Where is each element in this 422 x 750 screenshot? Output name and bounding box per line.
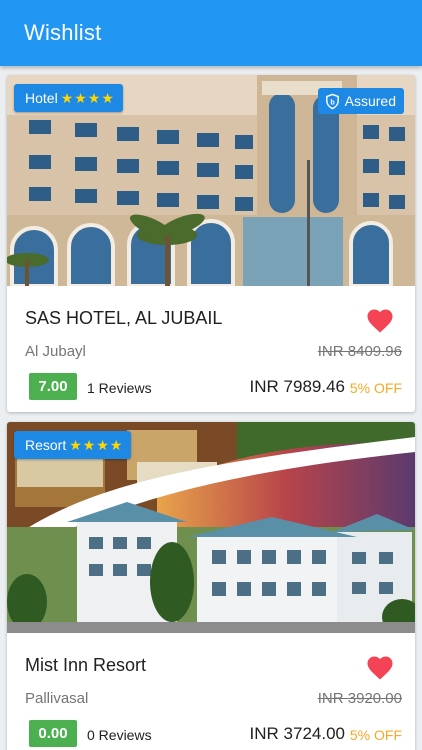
original-price: INR 8409.96 (317, 343, 402, 360)
shield-check-icon: b (325, 93, 339, 109)
wishlist-card[interactable]: Hotel ★★★★ b Assured SAS HOTEL, AL JUBAIL… (7, 75, 415, 412)
rating-badge: 0.00 (29, 720, 77, 747)
rating-badge: 7.00 (29, 373, 77, 400)
app-bar: Wishlist (0, 0, 422, 66)
discount-label: 5% OFF (349, 727, 402, 743)
property-type-label: Resort (25, 437, 67, 453)
property-type-badge: Hotel ★★★★ (14, 84, 123, 112)
star-rating-icon: ★★★★ (60, 90, 115, 106)
property-type-label: Hotel (25, 90, 58, 106)
reviews-count: 1 Reviews (87, 380, 152, 396)
heart-icon[interactable] (365, 653, 395, 681)
discounted-price: INR 7989.46 (249, 377, 345, 396)
discounted-price: INR 3724.00 (249, 724, 345, 743)
star-rating-icon: ★★★★ (69, 437, 124, 453)
reviews-count: 0 Reviews (87, 727, 152, 743)
discount-label: 5% OFF (349, 380, 402, 396)
page-title: Wishlist (24, 20, 102, 45)
property-type-badge: Resort ★★★★ (14, 431, 132, 459)
hotel-photo[interactable]: Resort ★★★★ (7, 422, 415, 633)
wishlist-card[interactable]: Resort ★★★★ Mist Inn Resort Pallivasal IN… (7, 422, 415, 750)
original-price: INR 3920.00 (317, 690, 402, 707)
assured-label: Assured (344, 93, 396, 109)
hotel-location: Pallivasal (25, 690, 89, 707)
hotel-name[interactable]: SAS HOTEL, AL JUBAIL (25, 308, 222, 329)
assured-badge: b Assured (317, 88, 404, 114)
svg-text:b: b (330, 98, 335, 106)
hotel-location: Al Jubayl (25, 343, 86, 360)
hotel-name[interactable]: Mist Inn Resort (25, 655, 146, 676)
heart-icon[interactable] (365, 306, 395, 334)
hotel-photo[interactable]: Hotel ★★★★ b Assured (7, 75, 415, 286)
